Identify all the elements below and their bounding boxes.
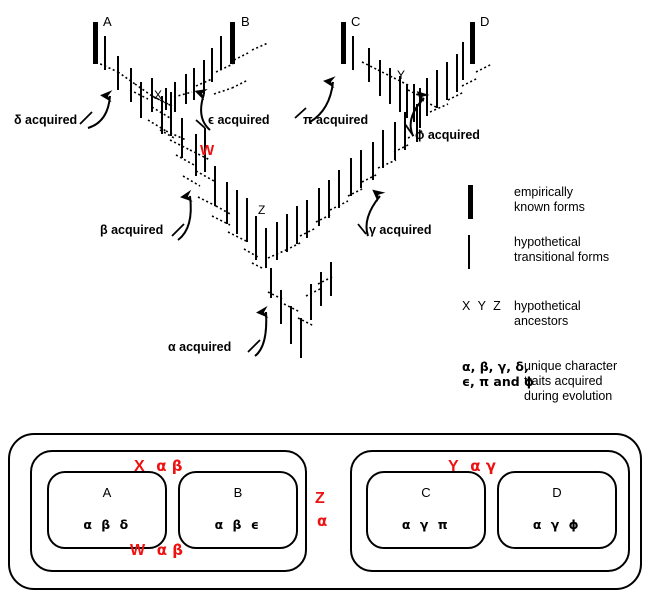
acquisition-label-phi: ϕ acquired	[415, 128, 480, 142]
set-tag-z-letter: Z	[315, 490, 325, 507]
legend-traits-line2: traits acquired	[524, 374, 603, 388]
legend-ancestor-symbols: X Y Z	[462, 299, 503, 313]
legend-transitional-line1: hypothetical	[514, 235, 581, 249]
legend-known-line1: empirically	[514, 185, 574, 199]
tip-label-c: C	[351, 14, 361, 29]
set-tag-z-traits-wrap: α	[317, 511, 327, 530]
acquisition-label-alpha: α acquired	[168, 340, 232, 354]
legend: empirically known forms hypothetical tra…	[462, 185, 650, 418]
tree-branches	[79, 22, 493, 358]
set-leaf-c-name: C	[421, 485, 431, 500]
acquisition-label-delta: δ acquired	[14, 113, 78, 127]
acquisition-label-epsilon: ϵ acquired	[208, 113, 270, 127]
acquisition-label-beta: β acquired	[100, 223, 164, 237]
set-leaf-c: C α γ π	[366, 471, 486, 549]
set-leaf-b-traits: α β ϵ	[214, 517, 262, 532]
known-form-bars	[93, 22, 475, 64]
set-leaf-a-name: A	[102, 485, 112, 500]
set-leaf-d-traits: α γ ϕ	[532, 517, 582, 532]
set-tag-y-traits: α γ	[470, 457, 496, 475]
set-tag-w-letter: W	[130, 542, 146, 559]
ancestor-label-w: W	[200, 142, 215, 159]
thin-bar-icon	[468, 235, 470, 269]
set-leaf-b: B α β ϵ	[178, 471, 298, 549]
set-leaf-a-traits: α β δ	[83, 517, 131, 532]
legend-key-transitional	[462, 235, 514, 269]
set-leaf-c-traits: α γ π	[401, 517, 451, 532]
legend-text-transitional: hypothetical transitional forms	[514, 235, 609, 265]
legend-row-transitional-forms: hypothetical transitional forms	[462, 235, 650, 269]
nested-set-diagram: A α β δ B α β ϵ C α γ π D α γ ϕ X α β W …	[8, 433, 642, 590]
ancestor-label-z: Z	[258, 203, 266, 217]
set-tag-y-letter: Y	[448, 458, 459, 475]
acquisition-label-gamma: γ acquired	[369, 223, 432, 237]
ancestor-label-x: X	[154, 88, 163, 102]
tip-label-b: B	[241, 14, 250, 29]
set-leaf-a: A α β δ	[47, 471, 167, 549]
set-tag-z-traits: α	[317, 512, 328, 530]
set-tag-w-traits: α β	[156, 541, 183, 559]
legend-key-ancestors: X Y Z	[462, 299, 514, 313]
legend-row-known-forms: empirically known forms	[462, 185, 650, 219]
transitional-form-bars	[104, 36, 464, 358]
dotted-connectors	[95, 42, 493, 327]
thick-bar-icon	[468, 185, 473, 219]
acquisition-label-pi: π acquired	[303, 113, 369, 127]
legend-traits-line3: during evolution	[524, 389, 613, 403]
set-tag-x-traits: α β	[156, 457, 183, 475]
set-tag-x: X α β	[134, 456, 183, 476]
ancestor-label-y: Y	[397, 68, 406, 82]
set-tag-w: W α β	[130, 540, 183, 560]
legend-text-ancestors: hypothetical ancestors	[514, 299, 581, 329]
set-tag-x-letter: X	[134, 458, 145, 475]
tip-label-a: A	[103, 14, 112, 29]
set-leaf-b-name: B	[233, 485, 243, 500]
legend-known-line2: known forms	[514, 200, 585, 214]
legend-row-traits: α, β, γ, δ, ϵ, π and ϕ unique character …	[462, 359, 650, 404]
legend-ancestors-line1: hypothetical	[514, 299, 581, 313]
legend-key-traits: α, β, γ, δ, ϵ, π and ϕ	[462, 359, 534, 389]
legend-trait-symbols-line1: α, β, γ, δ,	[462, 359, 529, 374]
legend-text-known: empirically known forms	[514, 185, 585, 215]
legend-trait-symbols-line2: ϵ, π and ϕ	[462, 374, 534, 389]
tip-label-d: D	[480, 14, 490, 29]
legend-traits-line1: unique character	[524, 359, 618, 373]
set-tag-z-letter-wrap: Z	[315, 488, 325, 508]
legend-transitional-line2: transitional forms	[514, 250, 610, 264]
legend-row-ancestors: X Y Z hypothetical ancestors	[462, 299, 650, 329]
figure-canvas: A B C D X Y Z W δ acquired ϵ acquired π …	[0, 0, 650, 598]
legend-key-known	[462, 185, 514, 219]
legend-ancestors-line2: ancestors	[514, 314, 569, 328]
set-leaf-d: D α γ ϕ	[497, 471, 617, 549]
legend-text-traits: unique character traits acquired during …	[524, 359, 617, 404]
set-leaf-d-name: D	[552, 485, 562, 500]
set-tag-y: Y α γ	[448, 456, 496, 476]
